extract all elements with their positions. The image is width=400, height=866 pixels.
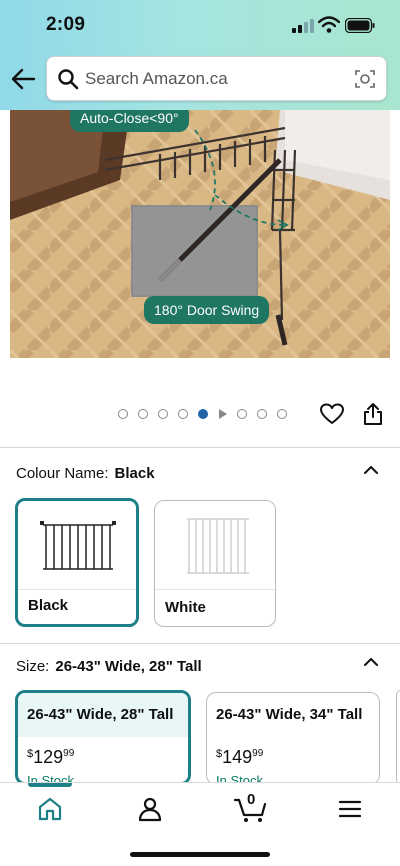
divider xyxy=(155,589,275,590)
chevron-up-icon[interactable] xyxy=(364,465,378,475)
menu-icon[interactable] xyxy=(337,796,363,822)
active-tab-indicator xyxy=(28,783,72,787)
cart-count: 0 xyxy=(247,791,256,808)
size-option-title: 26-43" Wide, 28" Tall xyxy=(27,706,174,723)
size-option-header: 26-43" Wide, 28" Tall xyxy=(18,693,188,737)
product-image[interactable]: Auto-Close<90° 180° Door Swing xyxy=(10,110,390,358)
home-indicator xyxy=(130,852,270,857)
home-icon[interactable] xyxy=(37,796,63,822)
colour-option-label: White xyxy=(165,599,206,616)
pager-dot[interactable] xyxy=(257,409,267,419)
feature-badge-auto-close: Auto-Close<90° xyxy=(70,110,189,132)
colour-selected-value: Black xyxy=(114,465,155,482)
size-label: Size: xyxy=(16,658,50,675)
heart-icon[interactable] xyxy=(320,403,344,425)
chevron-up-icon[interactable] xyxy=(364,657,378,667)
pager-dot[interactable] xyxy=(138,409,148,419)
search-bar[interactable]: Search Amazon.ca xyxy=(46,56,387,101)
feature-badge-door-swing: 180° Door Swing xyxy=(144,296,270,324)
colour-label: Colour Name: xyxy=(16,465,109,482)
account-icon[interactable] xyxy=(137,796,163,822)
price: $14999 xyxy=(216,747,264,767)
wifi-icon xyxy=(318,16,340,33)
size-selected-value: 26-43" Wide, 28" Tall xyxy=(55,658,202,675)
colour-option-label: Black xyxy=(28,597,69,614)
size-option[interactable]: 26-43" Wide, 28" Tall $12999 In Stock xyxy=(15,690,191,785)
battery-icon xyxy=(345,18,375,33)
camera-search-icon[interactable] xyxy=(354,68,376,90)
size-option-header: 26-43" Wide, 34" Tall xyxy=(207,693,379,737)
colour-option-white[interactable]: White xyxy=(154,500,276,627)
cart-button[interactable]: 0 xyxy=(234,791,268,823)
gate-thumbnail-black xyxy=(40,521,116,570)
size-option[interactable]: 26-43" Wide, 34" Tall $14999 In Stock xyxy=(206,692,380,785)
video-play-icon[interactable] xyxy=(219,409,227,419)
cellular-signal-icon xyxy=(292,19,314,33)
search-icon xyxy=(58,69,79,90)
image-pager[interactable] xyxy=(118,408,287,420)
size-option-peek[interactable] xyxy=(396,690,400,785)
back-arrow-icon[interactable] xyxy=(10,66,36,92)
divider xyxy=(0,643,400,644)
divider xyxy=(0,447,400,448)
size-option-title: 26-43" Wide, 34" Tall xyxy=(216,706,363,723)
size-row: Size: 26-43" Wide, 28" Tall xyxy=(16,658,202,675)
pager-dot[interactable] xyxy=(158,409,168,419)
pager-dot-active[interactable] xyxy=(198,409,208,419)
divider xyxy=(18,589,136,590)
pager-dot[interactable] xyxy=(277,409,287,419)
search-input[interactable]: Search Amazon.ca xyxy=(85,69,228,89)
pager-dot[interactable] xyxy=(178,409,188,419)
status-time: 2:09 xyxy=(46,14,86,35)
share-icon[interactable] xyxy=(362,402,384,426)
price: $12999 xyxy=(27,747,75,767)
colour-row: Colour Name: Black xyxy=(16,465,155,482)
status-bar: 2:09 xyxy=(0,0,400,50)
pager-dot[interactable] xyxy=(118,409,128,419)
pager-dot[interactable] xyxy=(237,409,247,419)
gate-thumbnail-white xyxy=(187,518,249,574)
header: 2:09 Search Amazon.ca xyxy=(0,0,400,110)
colour-option-black[interactable]: Black xyxy=(15,498,139,627)
